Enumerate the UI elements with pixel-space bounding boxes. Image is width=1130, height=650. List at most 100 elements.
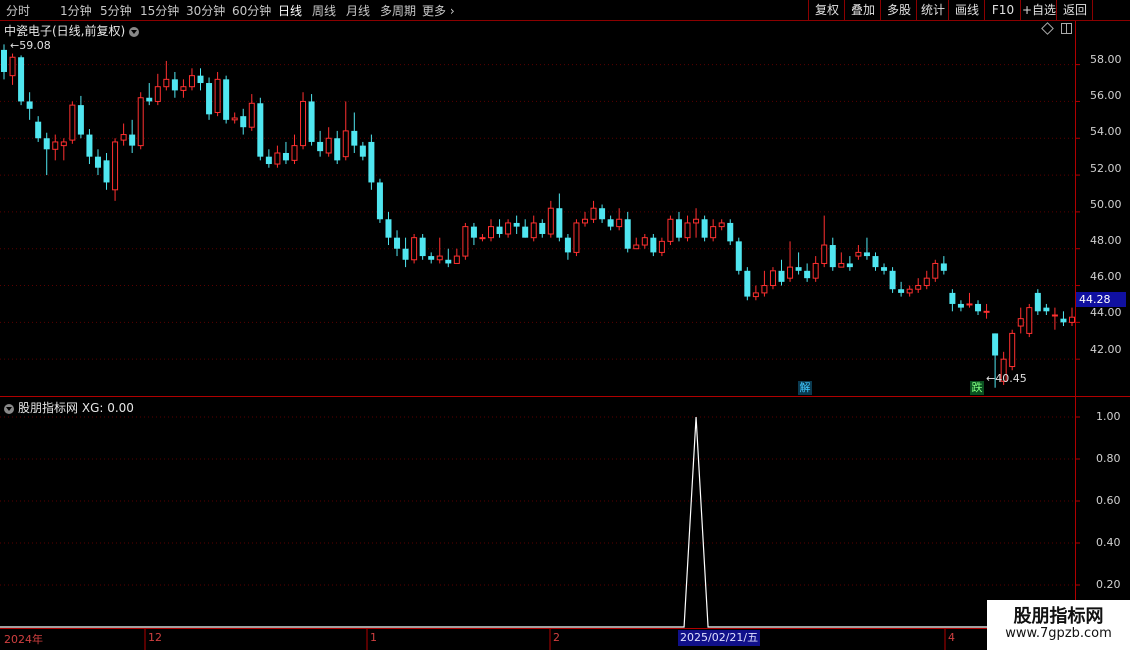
candle bbox=[889, 267, 896, 293]
candle-body bbox=[564, 237, 571, 253]
candle bbox=[146, 83, 153, 106]
candle bbox=[488, 219, 495, 242]
y-tick: 58.00 bbox=[1090, 53, 1122, 66]
candle-body bbox=[334, 138, 341, 161]
candle-body bbox=[769, 270, 776, 287]
y-tick: 0.20 bbox=[1096, 578, 1121, 591]
candle bbox=[1043, 303, 1050, 315]
candle bbox=[291, 134, 298, 165]
candle-body bbox=[419, 237, 426, 257]
candle bbox=[300, 92, 307, 150]
candle-series bbox=[1, 44, 1075, 388]
candle bbox=[496, 219, 503, 238]
candle bbox=[411, 233, 418, 264]
candle bbox=[744, 267, 751, 301]
candle bbox=[1009, 329, 1016, 371]
candle-body bbox=[641, 237, 648, 246]
candle-body bbox=[863, 252, 870, 257]
y-tick: 52.00 bbox=[1090, 162, 1122, 175]
candle bbox=[103, 152, 110, 190]
candle-body bbox=[146, 97, 153, 102]
candle-body bbox=[445, 259, 452, 264]
candle bbox=[804, 263, 811, 282]
candle-body bbox=[171, 79, 178, 91]
candle bbox=[940, 256, 947, 275]
candle-body bbox=[402, 248, 409, 260]
candle bbox=[69, 101, 76, 144]
candle-body bbox=[889, 270, 896, 290]
candle bbox=[795, 252, 802, 275]
candle bbox=[154, 73, 161, 106]
xg-line bbox=[0, 416, 1075, 628]
candle-body bbox=[60, 141, 67, 147]
candle-body bbox=[940, 263, 947, 271]
candle bbox=[120, 123, 127, 146]
candle-body bbox=[453, 255, 460, 264]
candle-body bbox=[206, 83, 213, 115]
candle bbox=[881, 263, 888, 275]
candle bbox=[966, 292, 973, 308]
candle-body bbox=[359, 145, 366, 157]
candle bbox=[983, 303, 990, 319]
candle bbox=[915, 278, 922, 293]
candle-body bbox=[1026, 307, 1033, 334]
kline-chart[interactable] bbox=[0, 0, 1130, 650]
candle bbox=[180, 79, 187, 98]
signal-text: 跌 bbox=[971, 381, 983, 394]
candle bbox=[240, 108, 247, 135]
candle bbox=[214, 71, 221, 117]
candle-body bbox=[838, 262, 845, 268]
candle-body bbox=[129, 134, 136, 146]
candle-body bbox=[684, 222, 691, 239]
candle-body bbox=[291, 145, 298, 161]
candle-body bbox=[556, 208, 563, 238]
x-tick: 4 bbox=[948, 631, 955, 644]
y-tick: 54.00 bbox=[1090, 125, 1122, 138]
candle-body bbox=[496, 226, 503, 234]
candle-body bbox=[701, 219, 708, 238]
candle-body bbox=[300, 100, 307, 147]
candle bbox=[778, 259, 785, 286]
candle bbox=[846, 256, 853, 271]
candle-body bbox=[52, 141, 59, 150]
candle bbox=[1026, 303, 1033, 338]
candle-body bbox=[112, 141, 119, 191]
candle bbox=[530, 215, 537, 242]
candle bbox=[1060, 311, 1067, 327]
candle bbox=[513, 215, 520, 234]
y-tick: 48.00 bbox=[1090, 234, 1122, 247]
candle-body bbox=[992, 333, 999, 356]
candle bbox=[376, 178, 383, 223]
candle bbox=[428, 252, 435, 264]
x-tick: 12 bbox=[148, 631, 162, 644]
high-value: 59.08 bbox=[19, 39, 51, 52]
chart-grid bbox=[0, 64, 1080, 586]
candle bbox=[599, 204, 606, 223]
candle-body bbox=[317, 141, 324, 152]
candle bbox=[197, 68, 204, 91]
candle-body bbox=[735, 241, 742, 271]
candle-body bbox=[436, 255, 443, 261]
candle bbox=[453, 248, 460, 264]
candle-body bbox=[829, 245, 836, 268]
candle-body bbox=[197, 75, 204, 84]
signal-badge-jie: 解 bbox=[798, 381, 812, 395]
candle bbox=[650, 233, 657, 257]
candle-body bbox=[240, 116, 247, 128]
candle-body bbox=[599, 208, 606, 220]
candle-body bbox=[282, 152, 289, 161]
candle bbox=[77, 95, 84, 139]
candle-body bbox=[223, 79, 230, 120]
candle-body bbox=[607, 219, 614, 227]
candle bbox=[265, 149, 272, 168]
y-tick: 56.00 bbox=[1090, 89, 1122, 102]
candle bbox=[829, 237, 836, 271]
candle-body bbox=[462, 226, 469, 257]
candle bbox=[86, 129, 93, 165]
candle-body bbox=[188, 75, 195, 88]
candle-body bbox=[821, 244, 828, 264]
candle-body bbox=[932, 262, 939, 279]
candle bbox=[317, 130, 324, 157]
candle-body bbox=[975, 303, 982, 312]
candle-body bbox=[274, 152, 281, 165]
